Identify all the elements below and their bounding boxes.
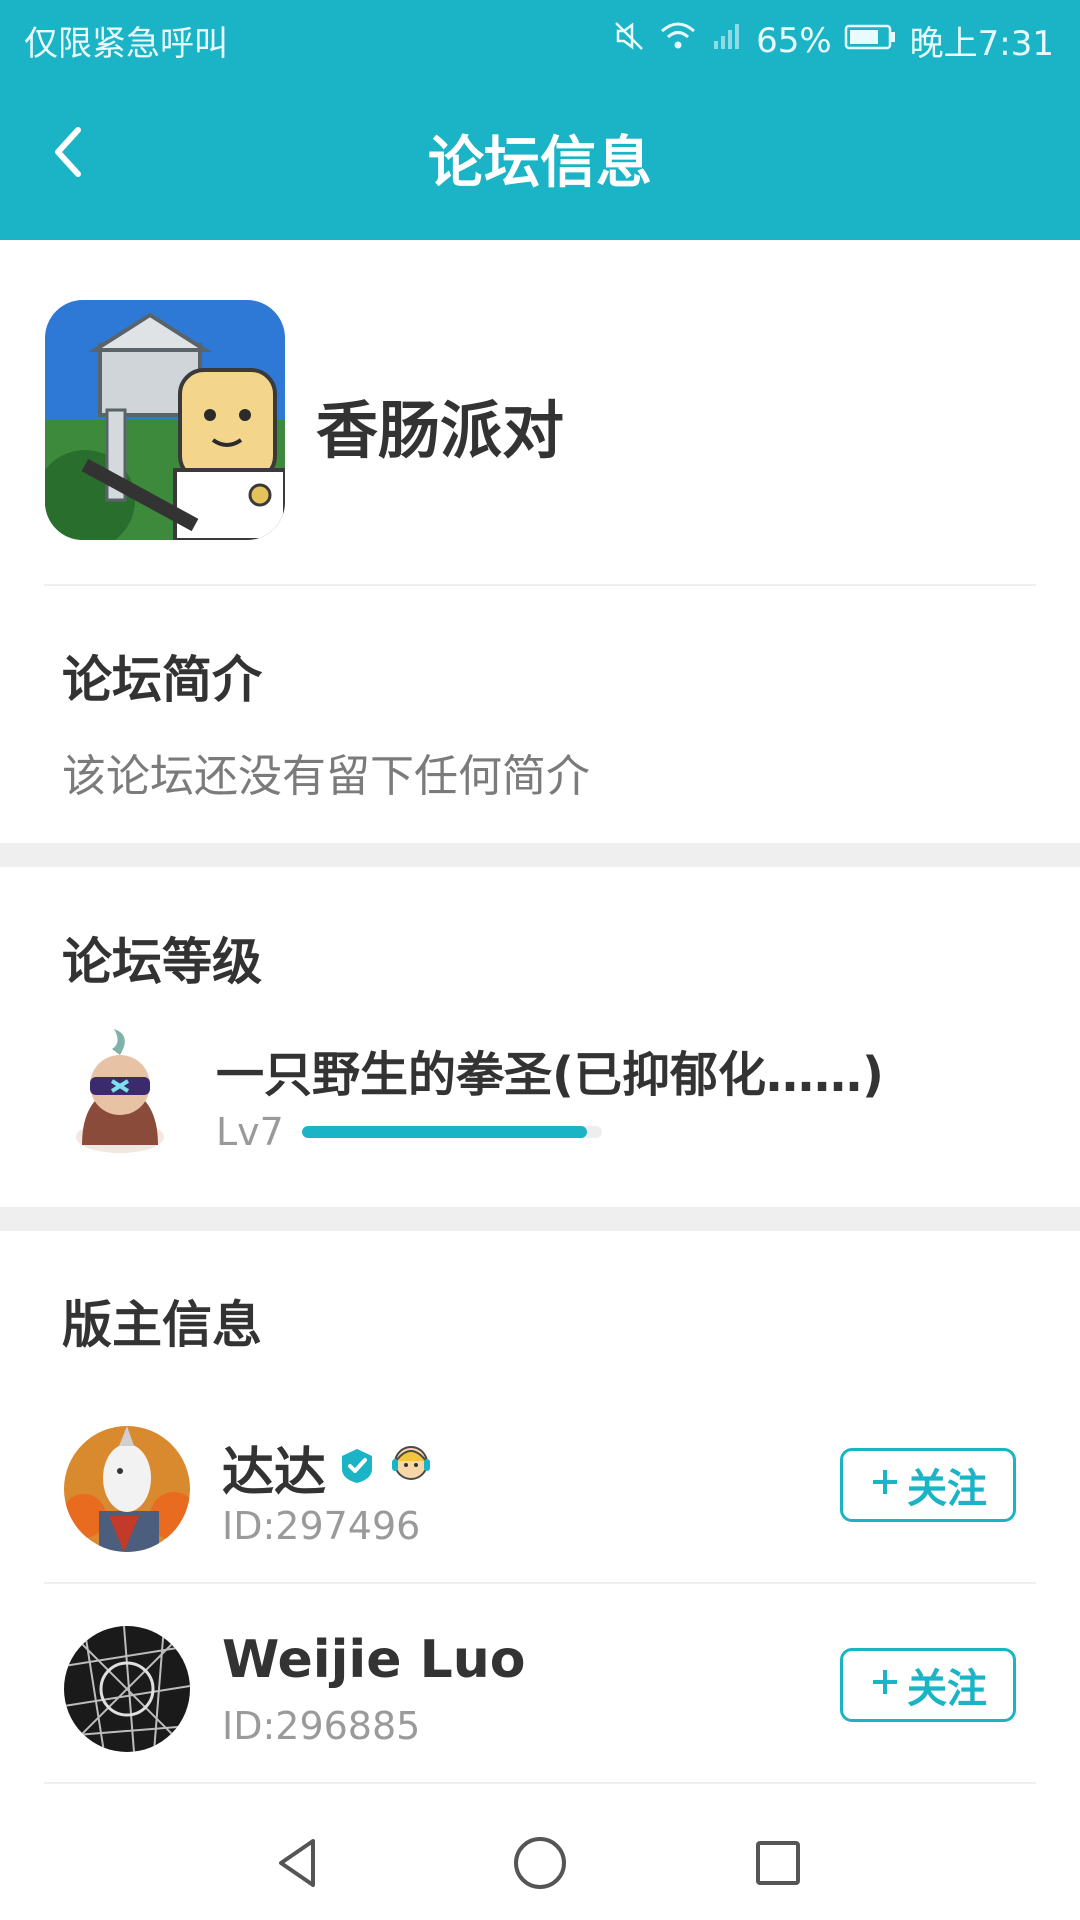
system-navbar — [0, 1800, 1080, 1920]
forum-header: 香肠派对 — [0, 240, 1080, 584]
mute-icon — [612, 19, 646, 62]
nav-back-button[interactable] — [264, 1830, 334, 1900]
status-icons: 65% 晚上7:31 — [612, 16, 1054, 65]
app-header: 仅限紧急呼叫 65% 晚上7:31 论坛信息 — [0, 0, 1080, 240]
follow-button[interactable]: 关注 — [840, 1448, 1016, 1522]
medal-avatar-icon — [388, 1438, 434, 1498]
moderator-id: ID:297496 — [222, 1504, 421, 1548]
game-logo — [45, 300, 285, 540]
level-progress-fill — [302, 1126, 587, 1138]
clock: 晚上7:31 — [909, 24, 1054, 64]
signal-icon — [710, 19, 744, 62]
verified-badge-icon — [338, 1438, 376, 1498]
divider — [44, 1582, 1036, 1584]
avatar[interactable] — [64, 1626, 190, 1752]
divider — [44, 1782, 1036, 1784]
follow-label: 关注 — [907, 1466, 987, 1512]
divider — [44, 584, 1036, 586]
square-recent-icon — [748, 1833, 808, 1897]
forum-name: 香肠派对 — [316, 394, 565, 467]
title-bar: 论坛信息 — [0, 74, 1080, 240]
section-separator — [0, 843, 1080, 867]
level-progress-bar — [302, 1126, 602, 1138]
follow-label: 关注 — [907, 1666, 987, 1712]
moderator-name-group: 达达 — [222, 1430, 434, 1505]
avatar[interactable] — [64, 1426, 190, 1552]
carrier-text: 仅限紧急呼叫 — [24, 24, 228, 64]
level-title: 论坛等级 — [62, 933, 262, 991]
moderator-row[interactable]: 达达 ID:297496 关注 — [0, 1400, 1080, 1600]
moderator-id: ID:296885 — [222, 1704, 421, 1748]
user-avatar[interactable] — [62, 1025, 178, 1155]
battery-icon — [844, 21, 898, 61]
plus-icon — [869, 1462, 901, 1508]
moderator-name: Weijie Luo — [222, 1630, 526, 1690]
intro-title: 论坛简介 — [62, 651, 262, 709]
wifi-icon — [658, 19, 698, 62]
level-user-name: 一只野生的拳圣(已抑郁化……) — [216, 1047, 884, 1103]
nav-recent-button[interactable] — [743, 1830, 813, 1900]
moderator-row[interactable]: Weijie Luo ID:296885 关注 — [0, 1600, 1080, 1800]
page-title: 论坛信息 — [428, 131, 652, 196]
plus-icon — [869, 1662, 901, 1708]
follow-button[interactable]: 关注 — [840, 1648, 1016, 1722]
intro-text: 该论坛还没有留下任何简介 — [62, 751, 590, 802]
section-separator — [0, 1207, 1080, 1231]
triangle-back-icon — [269, 1833, 329, 1897]
battery-percent: 65% — [756, 20, 832, 61]
moderators-title: 版主信息 — [62, 1296, 262, 1354]
level-badge: Lv7 — [216, 1110, 284, 1154]
status-bar: 仅限紧急呼叫 65% 晚上7:31 — [0, 0, 1080, 74]
moderator-name: 达达 — [222, 1443, 327, 1503]
nav-home-button[interactable] — [505, 1830, 575, 1900]
circle-home-icon — [510, 1833, 570, 1897]
